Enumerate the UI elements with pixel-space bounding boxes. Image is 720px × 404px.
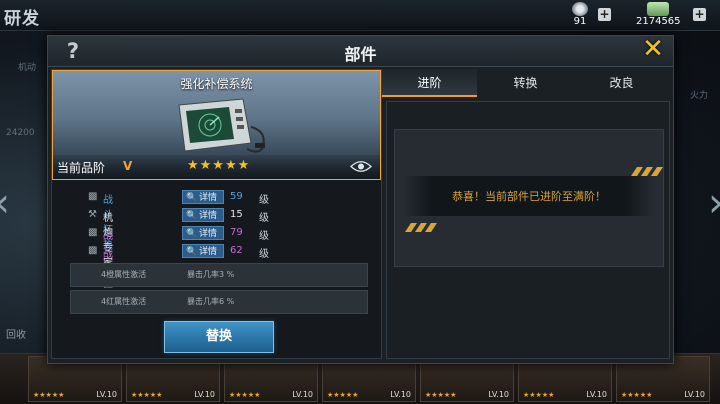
detail-button[interactable]: 🔍 详情 xyxy=(182,190,224,204)
weapon-stars: ★★★★★ xyxy=(425,391,457,399)
attribute-value: 暴击几率6 % xyxy=(187,297,235,306)
weapon-stars: ★★★★★ xyxy=(33,391,65,399)
skill-unit: 级 xyxy=(259,231,269,242)
replace-button[interactable]: 替换 xyxy=(164,321,274,353)
quality-stars: ★★★★★ xyxy=(187,158,251,173)
detail-button[interactable]: 🔍 详情 xyxy=(182,208,224,222)
weapon-stars: ★★★★★ xyxy=(523,391,555,399)
part-detail-panel: 强化补偿系统 当前品阶 V ★★★★★ ▩ 战斗狂热 🔍 详情 59 级 ⚒ 机… xyxy=(51,69,382,359)
skill-level: 79 xyxy=(230,227,243,238)
weapon-stars: ★★★★★ xyxy=(621,391,653,399)
bg-label-mobility: 机动 xyxy=(18,63,37,73)
weapon-level: LV.10 xyxy=(194,390,215,399)
message-box: 恭喜！当前部件已进阶至满阶！ xyxy=(394,129,664,267)
tab-improve[interactable]: 改良 xyxy=(574,69,669,97)
skill-icon: ▩ xyxy=(88,227,98,238)
tab-bar: 进阶 转换 改良 xyxy=(382,69,669,97)
weapon-level: LV.10 xyxy=(586,390,607,399)
stripe-decoration xyxy=(631,167,663,176)
skill-icon: ▩ xyxy=(88,191,98,202)
medal-icon xyxy=(572,2,588,16)
modal-header: ? 部件 ✕ xyxy=(48,35,673,67)
close-button[interactable]: ✕ xyxy=(639,35,667,63)
skill-unit: 级 xyxy=(259,195,269,206)
weapon-level: LV.10 xyxy=(684,390,705,399)
attribute-label: 4橙属性激活 xyxy=(101,270,147,279)
magnifier-icon: 🔍 xyxy=(186,211,198,221)
attribute-row: 4红属性激活 暴击几率6 % xyxy=(70,290,368,314)
magnifier-icon: 🔍 xyxy=(186,229,198,239)
quality-grade: V xyxy=(123,159,133,173)
part-card[interactable]: 强化补偿系统 当前品阶 V ★★★★★ xyxy=(52,70,381,180)
medal-count: 91 xyxy=(573,16,587,27)
parts-modal: ? 部件 ✕ 强化补偿系统 当前品阶 V ★★★★★ ▩ 战斗狂热 🔍 详情 5… xyxy=(47,35,674,364)
recycle-button[interactable]: 回收 xyxy=(6,326,26,341)
medal-counter: 91 xyxy=(572,2,588,27)
magnifier-icon: 🔍 xyxy=(186,247,198,257)
skill-icon: ▩ xyxy=(88,245,98,256)
top-bar: 研发 91 + 2174565 + xyxy=(0,0,720,31)
detail-button[interactable]: 🔍 详情 xyxy=(182,226,224,240)
bg-label-firepower: 火力 xyxy=(690,91,709,101)
advance-panel: 恭喜！当前部件已进阶至满阶！ xyxy=(386,101,670,359)
skill-unit: 级 xyxy=(259,213,269,224)
attribute-row: 4橙属性激活 暴击几率3 % xyxy=(70,263,368,287)
add-cash-button[interactable]: + xyxy=(693,8,706,21)
attribute-label: 4红属性激活 xyxy=(101,297,147,306)
stripe-decoration xyxy=(405,223,437,232)
detail-button[interactable]: 🔍 详情 xyxy=(182,244,224,258)
quality-label: 当前品阶 xyxy=(57,161,106,175)
tab-advance[interactable]: 进阶 xyxy=(382,69,477,97)
weapon-stars: ★★★★★ xyxy=(327,391,359,399)
bg-label-number: 24200 xyxy=(6,128,35,138)
next-arrow-icon[interactable]: › xyxy=(708,180,720,226)
screen-title: 研发 xyxy=(4,9,40,29)
prev-arrow-icon[interactable]: ‹ xyxy=(0,180,10,226)
weapon-stars: ★★★★★ xyxy=(229,391,261,399)
quality-row: 当前品阶 V ★★★★★ xyxy=(53,155,380,179)
skill-level: 15 xyxy=(230,209,243,220)
part-name: 强化补偿系统 xyxy=(180,77,253,91)
cash-counter: 2174565 xyxy=(636,2,681,27)
skill-level: 62 xyxy=(230,245,243,256)
max-level-message: 恭喜！当前部件已进阶至满阶！ xyxy=(452,190,606,203)
tab-convert[interactable]: 转换 xyxy=(478,69,573,97)
weapon-level: LV.10 xyxy=(96,390,117,399)
skill-unit: 级 xyxy=(259,249,269,260)
weapon-stars: ★★★★★ xyxy=(131,391,163,399)
weapon-level: LV.10 xyxy=(488,390,509,399)
part-image xyxy=(178,98,265,153)
wrench-icon: ⚒ xyxy=(88,209,97,220)
cash-amount: 2174565 xyxy=(636,16,681,27)
weapon-level: LV.10 xyxy=(292,390,313,399)
attribute-value: 暴击几率3 % xyxy=(187,270,235,279)
magnifier-icon: 🔍 xyxy=(186,193,198,203)
eye-icon[interactable] xyxy=(350,160,372,173)
modal-title: 部件 xyxy=(344,45,377,64)
weapon-level: LV.10 xyxy=(390,390,411,399)
add-medal-button[interactable]: + xyxy=(598,8,611,21)
cash-icon xyxy=(647,2,670,16)
skill-level: 59 xyxy=(230,191,243,202)
